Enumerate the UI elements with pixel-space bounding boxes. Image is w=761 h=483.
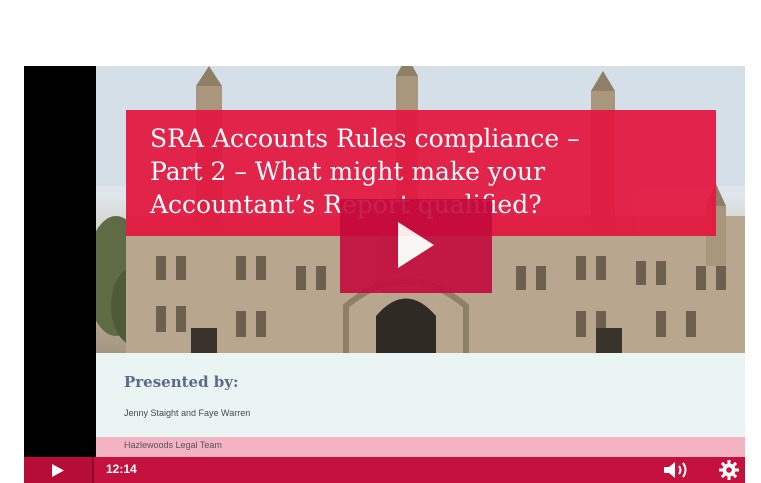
video-frame: SRA Accounts Rules compliance – Part 2 –… bbox=[96, 66, 745, 457]
video-player[interactable]: SRA Accounts Rules compliance – Part 2 –… bbox=[24, 66, 745, 483]
volume-button[interactable] bbox=[664, 461, 692, 483]
play-button[interactable] bbox=[24, 457, 94, 483]
volume-icon bbox=[664, 462, 687, 478]
presenter-names: Jenny Staight and Faye Warren bbox=[124, 408, 251, 418]
control-bar: 12:14 bbox=[24, 457, 745, 483]
play-icon bbox=[52, 464, 64, 477]
time-display: 12:14 bbox=[106, 462, 137, 476]
settings-button[interactable] bbox=[719, 460, 739, 483]
gear-icon bbox=[719, 460, 739, 480]
big-play-button[interactable] bbox=[340, 199, 492, 293]
team-name: Hazlewoods Legal Team bbox=[124, 440, 222, 450]
play-icon bbox=[398, 222, 434, 268]
presented-by-label: Presented by: bbox=[124, 373, 239, 391]
team-strip: Hazlewoods Legal Team bbox=[96, 437, 745, 457]
